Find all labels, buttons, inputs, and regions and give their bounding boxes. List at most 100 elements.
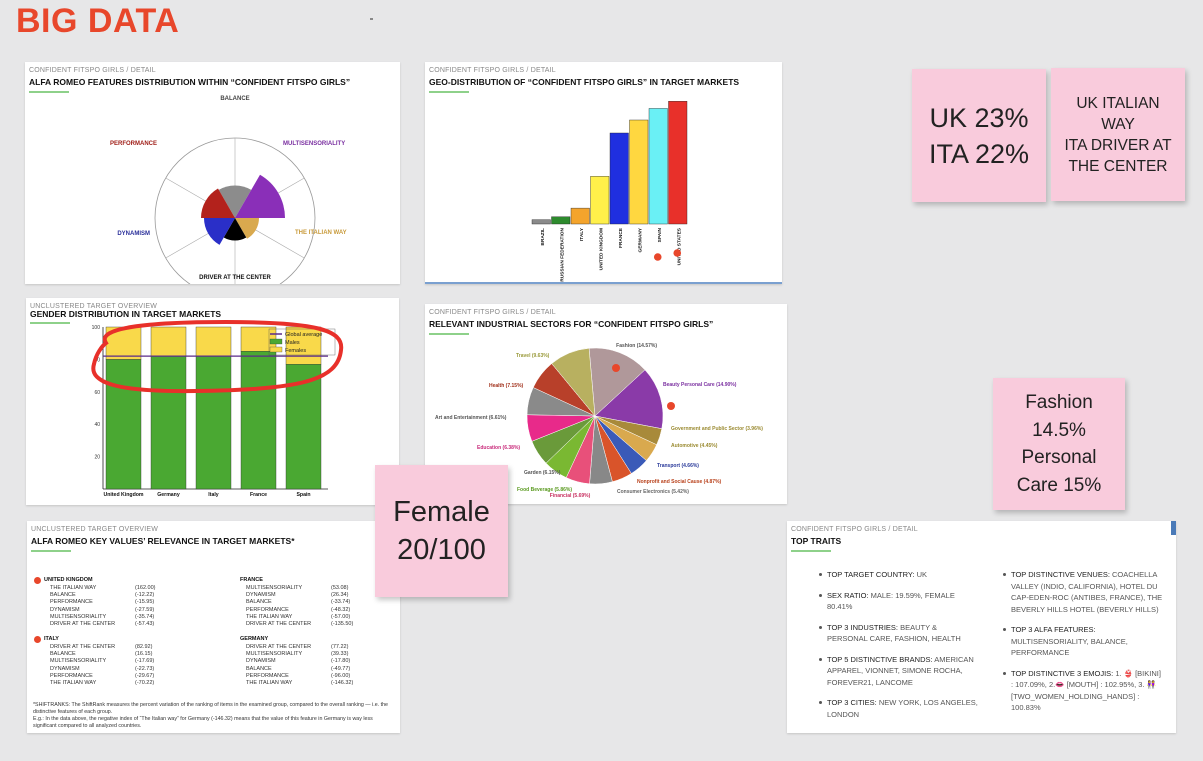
pie-marker-dot (667, 402, 675, 410)
country-label: ITALY (44, 636, 59, 642)
trait-key: TOP 3 ALFA FEATURES: (1011, 625, 1096, 634)
keyvalues-feature: DYNAMISM (246, 658, 276, 665)
trait-value: MULTISENSORIALITY, BALANCE, PERFORMANCE (1011, 636, 1128, 658)
keyvalues-feature: MULTISENSORIALITY (246, 651, 303, 658)
geo-tick-label: GERMANY (637, 227, 643, 252)
keyvalues-row: PERFORMANCE (-48.32) (240, 607, 371, 614)
keyvalues-row: THE ITALIAN WAY (-70.22) (44, 680, 175, 687)
legend-swatch (269, 346, 283, 353)
keyvalues-row: MULTISENSORIALITY (39.33) (240, 651, 371, 658)
keyvalues-score: (-48.32) (331, 606, 351, 613)
card-corner-tab (1171, 521, 1176, 535)
geo-tick-label: RUSSIAN FEDERATION (559, 227, 565, 281)
keyvalues-row: BALANCE (-12.22) (44, 592, 175, 599)
y-tick-label: 100 (92, 325, 101, 331)
features-radar-chart: BALANCE MULTISENSORIALITY THE ITALIAN WAY D… (110, 96, 347, 284)
sticky-line: THE CENTER (1068, 157, 1168, 175)
card-title: TOP TRAITS (791, 536, 842, 546)
keyvalues-feature: DRIVER AT THE CENTER (50, 644, 116, 650)
keyvalues-row: PERFORMANCE (-15.95) (44, 599, 175, 606)
keyvalues-group: GERMANY DRIVER AT THE CENTER (77.22) MULTIS… (240, 635, 371, 687)
trait-item: TOP 3 ALFA FEATURES: MULTISENSORIALITY, … (1003, 624, 1163, 659)
sticky-line: Care 15% (1016, 474, 1102, 496)
gender-card[interactable]: UNCLUSTERED TARGET OVERVIEW GENDER DISTR… (26, 298, 399, 505)
radar-axis-label: PERFORMANCE (110, 141, 157, 147)
geo-tick-label: FRANCE (618, 227, 624, 248)
radar-axis-label: MULTISENSORIALITY (283, 141, 345, 147)
trait-item: TOP 3 INDUSTRIES: BEAUTY & PERSONAL CARE… (819, 622, 979, 645)
sticky-note-female[interactable]: Female 20/100 (375, 465, 508, 597)
features-card[interactable]: CONFIDENT FITSPO GIRLS / DETAIL ALFA ROM… (25, 62, 400, 284)
traits-card[interactable]: CONFIDENT FITSPO GIRLS / DETAIL TOP TRAI… (787, 521, 1176, 733)
keyvalues-feature: MULTISENSORIALITY (246, 585, 303, 591)
keyvalues-row: MULTISENSORIALITY (-17.69) (44, 658, 175, 665)
geo-bar (609, 132, 629, 225)
keyvalues-score: (-135.50) (331, 620, 354, 627)
geo-bar (668, 101, 688, 225)
sticky-line: UK ITALIAN (1076, 94, 1160, 112)
keyvalues-group: UNITED KINGDOM THE ITALIAN WAY (162.00) BAL… (34, 576, 175, 628)
trait-key: TOP 5 DISTINCTIVE BRANDS: (827, 654, 933, 664)
pie-slice-label: Automotive (4.45%) (671, 443, 718, 449)
sticky-note-uk-ita[interactable]: UK 23% ITA 22% (912, 69, 1046, 202)
geo-tick-label: UNITED KINGDOM (598, 228, 604, 270)
x-tick-label: France (250, 492, 267, 498)
trait-key: TOP 3 CITIES: (827, 698, 877, 707)
trait-key: SEX RATIO: (827, 590, 869, 600)
sticky-note-fashion[interactable]: Fashion 14.5% Personal Care 15% (993, 378, 1125, 510)
trait-item: TOP DISTINCTIVE VENUES: COACHELLA VALLEY… (1003, 569, 1163, 615)
pie-slice-label: Travel (9.63%) (516, 353, 550, 359)
keyvalues-feature: MULTISENSORIALITY (50, 613, 107, 620)
keyvalues-feature: BALANCE (246, 665, 272, 672)
keyvalues-row: DRIVER AT THE CENTER (-57.43) (44, 621, 175, 628)
pie-slice-label: Beauty Personal Care (14.90%) (663, 382, 737, 388)
females-bar (150, 326, 187, 357)
title-underline (31, 550, 71, 552)
trait-item: TOP TARGET COUNTRY: UK (819, 569, 979, 581)
keyvalues-country: UNITED KINGDOM (34, 576, 175, 585)
trait-value: UK (914, 570, 928, 579)
legend-label: Global average (285, 332, 322, 338)
keyvalues-score: (-17.80) (331, 658, 351, 665)
keyvalues-score: (-12.22) (135, 592, 155, 599)
keyvalues-group: FRANCE MULTISENSORIALITY (53.08) DYNAMISM (2… (240, 576, 371, 628)
sticky-line: 14.5% (1032, 419, 1086, 441)
keyvalues-score: (-17.69) (135, 658, 155, 665)
geo-bar (551, 216, 571, 225)
x-tick-label: United Kingdom (103, 492, 143, 498)
trait-item: TOP DISTINCTIVE 3 EMOJIS: 1. 👙 [BIKINI] … (1003, 668, 1163, 714)
geo-bar (629, 119, 649, 225)
geo-marker-dot (653, 253, 662, 261)
keyvalues-row: BALANCE (-49.77) (240, 666, 371, 673)
keyvalues-card[interactable]: UNCLUSTERED TARGET OVERVIEW ALFA ROMEO K… (27, 521, 400, 733)
sticky-line: Personal (1021, 447, 1097, 468)
radar-axis-label: DYNAMISM (117, 231, 150, 237)
trait-key: TOP DISTINCTIVE 3 EMOJIS: (1011, 668, 1114, 678)
keyvalues-row: DRIVER AT THE CENTER (77.22) (240, 644, 371, 651)
keyvalues-row: DRIVER AT THE CENTER (-135.50) (240, 621, 371, 628)
geo-tick-label: ITALY (579, 227, 585, 241)
keyvalues-feature: PERFORMANCE (50, 599, 93, 606)
geo-tick-label: BRAZIL (540, 228, 546, 246)
keyvalues-score: (-22.73) (135, 665, 155, 672)
pie-slice-label: Garden (6.15%) (524, 470, 561, 476)
keyvalues-group: ITALY DRIVER AT THE CENTER (82.92) BALANCE (… (34, 635, 175, 687)
keyvalues-score: (-57.00) (331, 613, 351, 620)
keyvalues-country: FRANCE (240, 576, 371, 585)
trait-item: SEX RATIO: MALE: 19.59%, FEMALE 80.41% (819, 590, 979, 613)
pie-slice-label: Education (6.38%) (477, 445, 520, 451)
traits-left-list: TOP TARGET COUNTRY: UK SEX RATIO: MALE: 1… (819, 569, 979, 729)
pie-slice-label: Art and Entertainment (6.61%) (435, 415, 507, 421)
keyvalues-score: (-33.74) (331, 599, 351, 606)
females-bar (195, 326, 232, 357)
keyvalues-feature: THE ITALIAN WAY (246, 613, 293, 620)
sticky-line: Fashion (1025, 392, 1093, 413)
keyvalues-score: (16.15) (135, 651, 153, 658)
sticky-note-italian-way[interactable]: UK ITALIAN WAY ITA DRIVER AT THE CENTER (1051, 68, 1185, 201)
marker-dot (34, 636, 41, 643)
keyvalues-score: (-29.67) (135, 672, 155, 679)
x-tick-label: Spain (296, 492, 310, 498)
sticky-line: Female (393, 496, 490, 528)
geo-card[interactable]: CONFIDENT FITSPO GIRLS / DETAIL GEO-DIST… (425, 62, 782, 284)
geo-bar (648, 108, 668, 225)
